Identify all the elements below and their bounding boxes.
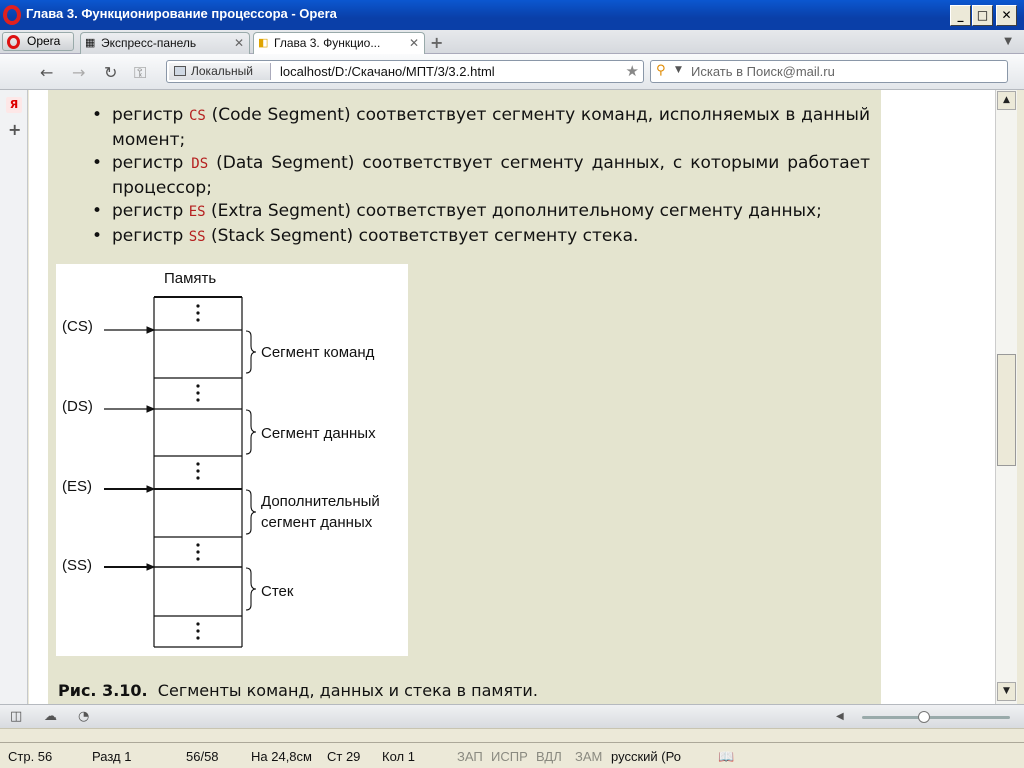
register-label-es: (ES) bbox=[62, 478, 92, 495]
address-badge-label: Локальный bbox=[191, 64, 253, 78]
zoom-out-icon[interactable]: ◀ bbox=[836, 711, 844, 722]
add-panel-plus-icon[interactable]: + bbox=[8, 120, 21, 139]
opera-menu-label: Opera bbox=[27, 34, 61, 48]
forward-arrow-icon[interactable]: → bbox=[72, 63, 85, 82]
opera-o-icon bbox=[7, 35, 20, 49]
register-code: CS bbox=[189, 108, 206, 124]
page-icon: ◧ bbox=[258, 37, 269, 49]
close-button[interactable]: ✕ bbox=[996, 5, 1017, 26]
navigation-bar: ← → ↻ ⚿ Локальный localhost/D:/Скачано/М… bbox=[0, 54, 1024, 90]
maximize-button[interactable]: □ bbox=[972, 5, 993, 26]
figure-caption: Рис. 3.10. Сегменты команд, данных и сте… bbox=[58, 681, 538, 700]
reload-icon[interactable]: ↻ bbox=[104, 63, 117, 82]
vertical-scrollbar[interactable]: ▲ ▼ bbox=[995, 90, 1017, 704]
new-tab-plus-icon[interactable]: + bbox=[430, 33, 443, 52]
tab-close-icon[interactable]: ✕ bbox=[409, 33, 419, 53]
panel-toggle-icon[interactable]: ◫ bbox=[10, 709, 22, 724]
address-bar[interactable]: Локальный localhost/D:/Скачано/МПТ/3/3.2… bbox=[166, 60, 644, 83]
segment-label-code: Сегмент команд bbox=[261, 344, 375, 361]
window-title: Глава 3. Функционирование процессора - O… bbox=[26, 6, 337, 21]
tab-menu-chevron-icon[interactable]: ▼ bbox=[1004, 36, 1012, 47]
register-label-cs: (CS) bbox=[62, 318, 93, 335]
browser-status-bar: ◫ ☁ ◔ ◀ bbox=[0, 704, 1024, 728]
search-field[interactable]: ⚲ ▼ Искать в Поиск@mail.ru bbox=[650, 60, 1008, 83]
tab-label: Экспресс-панель bbox=[101, 36, 197, 50]
status-trk[interactable]: ИСПР bbox=[491, 749, 528, 764]
monitor-icon bbox=[174, 66, 186, 76]
spellcheck-book-icon[interactable]: 📖 bbox=[718, 749, 734, 765]
search-placeholder: Искать в Поиск@mail.ru bbox=[691, 64, 835, 79]
segment-label-data: Сегмент данных bbox=[261, 425, 376, 442]
status-position: На 24,8см bbox=[251, 749, 312, 764]
register-code: SS bbox=[188, 228, 206, 245]
word-toolbar-strip bbox=[0, 728, 1024, 742]
minimize-button[interactable]: _ bbox=[950, 5, 971, 26]
opera-menu-button[interactable]: Opera bbox=[2, 32, 74, 51]
search-engine-dropdown-icon[interactable]: ▼ bbox=[675, 65, 682, 75]
tab-chapter-3[interactable]: ◧ Глава 3. Функцио... ✕ bbox=[253, 32, 425, 54]
title-bar: Глава 3. Функционирование процессора - O… bbox=[0, 0, 1024, 30]
back-arrow-icon[interactable]: ← bbox=[40, 63, 53, 82]
status-ovr[interactable]: ЗАМ bbox=[575, 749, 602, 764]
scroll-up-button[interactable]: ▲ bbox=[997, 91, 1016, 110]
status-rec[interactable]: ЗАП bbox=[457, 749, 483, 764]
key-icon[interactable]: ⚿ bbox=[134, 63, 146, 83]
status-language[interactable]: русский (Ро bbox=[611, 749, 681, 764]
bookmark-star-icon[interactable]: ★ bbox=[626, 62, 639, 80]
status-line: Ст 29 bbox=[327, 749, 361, 764]
document-page: регистр CS (Code Segment) соответствует … bbox=[48, 90, 881, 704]
register-list: регистр CS (Code Segment) соответствует … bbox=[90, 104, 870, 249]
scroll-down-button[interactable]: ▼ bbox=[997, 682, 1016, 701]
figure-caption-label: Рис. 3.10. bbox=[58, 681, 148, 700]
register-code: DS bbox=[191, 156, 209, 172]
side-panel: Я + bbox=[0, 90, 28, 704]
search-engine-icon[interactable]: ⚲ bbox=[656, 63, 666, 78]
opera-logo-icon bbox=[3, 5, 21, 25]
zoom-slider-track[interactable] bbox=[862, 716, 1010, 719]
register-code: ES bbox=[188, 204, 206, 220]
list-item: регистр SS (Stack Segment) соответствует… bbox=[90, 225, 870, 250]
register-label-ss: (SS) bbox=[62, 557, 92, 574]
segment-label-extra-line-2: сегмент данных bbox=[261, 514, 373, 531]
zoom-slider-knob[interactable] bbox=[918, 711, 930, 723]
segment-label-extra: Дополнительный сегмент данных bbox=[261, 491, 380, 533]
cloud-icon[interactable]: ☁ bbox=[44, 709, 57, 724]
status-page: Стр. 56 bbox=[8, 749, 53, 764]
list-item: регистр DS (Data Segment) соответствует … bbox=[90, 152, 870, 200]
scroll-thumb[interactable] bbox=[997, 354, 1016, 466]
status-column: Кол 1 bbox=[382, 749, 415, 764]
tab-express-panel[interactable]: ▦ Экспресс-панель ✕ bbox=[80, 32, 250, 54]
segment-label-extra-line-1: Дополнительный bbox=[261, 493, 380, 510]
segment-label-stack: Стек bbox=[261, 583, 294, 600]
status-ext[interactable]: ВДЛ bbox=[536, 749, 562, 764]
figure-caption-text: Сегменты команд, данных и стека в памяти… bbox=[157, 681, 538, 700]
memory-diagram bbox=[104, 296, 257, 648]
grid-icon: ▦ bbox=[85, 37, 96, 49]
status-pages: 56/58 bbox=[186, 749, 219, 764]
list-item: регистр CS (Code Segment) соответствует … bbox=[90, 104, 870, 152]
yandex-icon[interactable]: Я bbox=[6, 97, 22, 113]
speedometer-icon[interactable]: ◔ bbox=[78, 709, 89, 724]
tab-label: Глава 3. Функцио... bbox=[274, 36, 381, 50]
address-url[interactable]: localhost/D:/Скачано/МПТ/3/3.2.html bbox=[280, 64, 495, 79]
tab-close-icon[interactable]: ✕ bbox=[234, 33, 244, 53]
address-security-badge[interactable]: Локальный bbox=[169, 63, 271, 80]
status-section: Разд 1 bbox=[92, 749, 132, 764]
word-status-bar: Стр. 56 Разд 1 56/58 На 24,8см Ст 29 Кол… bbox=[0, 742, 1024, 768]
list-item: регистр ES (Extra Segment) соответствует… bbox=[90, 200, 870, 225]
register-label-ds: (DS) bbox=[62, 398, 93, 415]
tab-bar: Opera ▦ Экспресс-панель ✕ ◧ Глава 3. Фун… bbox=[0, 30, 1024, 54]
page-viewport: регистр CS (Code Segment) соответствует … bbox=[29, 90, 995, 704]
memory-segments-figure: Память (CS) (DS) (ES) (SS) Сегмент коман… bbox=[56, 264, 408, 656]
